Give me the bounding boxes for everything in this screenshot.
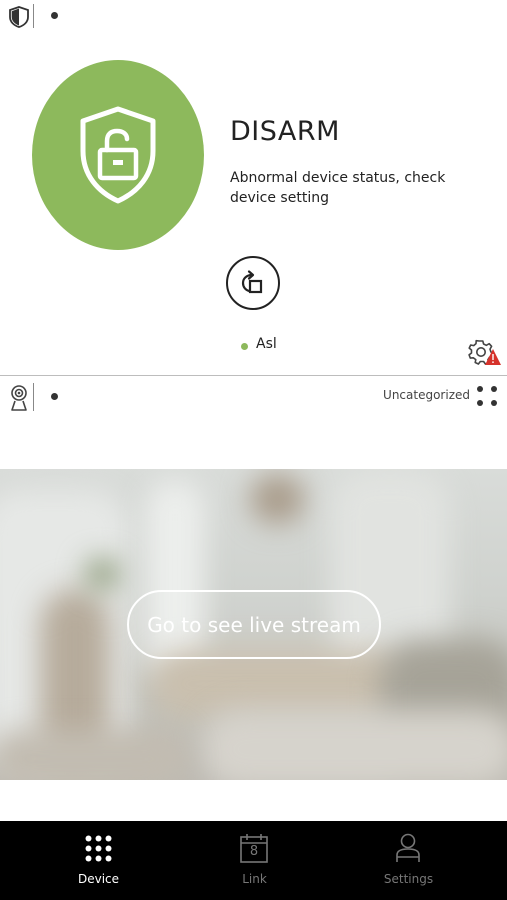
device-status-message: Abnormal device status, check device set… xyxy=(230,170,446,206)
camera-icon xyxy=(8,384,30,412)
camera-status-dot xyxy=(51,393,58,400)
status-indicator-dot xyxy=(51,12,58,19)
nav-tab-link[interactable]: 8 Link xyxy=(170,821,339,900)
card-divider xyxy=(0,375,507,376)
nav-tab-device[interactable]: Device xyxy=(14,821,183,900)
nav-label-device: Device xyxy=(77,872,120,886)
nav-tab-settings[interactable]: Settings xyxy=(324,821,493,900)
shield-icon xyxy=(8,6,30,28)
unlock-icon xyxy=(80,106,156,204)
device-status-dot xyxy=(241,343,248,350)
calendar-icon: 8 xyxy=(240,833,268,863)
grid-icon xyxy=(85,835,112,862)
bottom-nav: Device 8 Link Settings xyxy=(0,821,507,900)
header-divider xyxy=(33,4,34,28)
user-icon xyxy=(396,833,420,862)
nav-label-link: Link xyxy=(242,872,267,886)
device-status-label: Asl xyxy=(256,336,277,352)
switch-mode-icon xyxy=(241,270,263,294)
calendar-day: 8 xyxy=(249,844,259,859)
device-settings-button[interactable] xyxy=(468,339,502,367)
security-mode-title: DISARM xyxy=(230,116,340,147)
nav-label-settings: Settings xyxy=(383,872,434,886)
switch-mode-button[interactable] xyxy=(226,256,280,310)
gear-alert-icon xyxy=(468,339,501,365)
security-mode-circle[interactable] xyxy=(32,60,204,250)
camera-header-divider xyxy=(33,383,34,411)
grid-dots-icon[interactable] xyxy=(477,386,499,408)
camera-category-label: Uncategorized xyxy=(383,388,470,402)
live-stream-button[interactable]: Go to see live stream xyxy=(127,590,381,659)
